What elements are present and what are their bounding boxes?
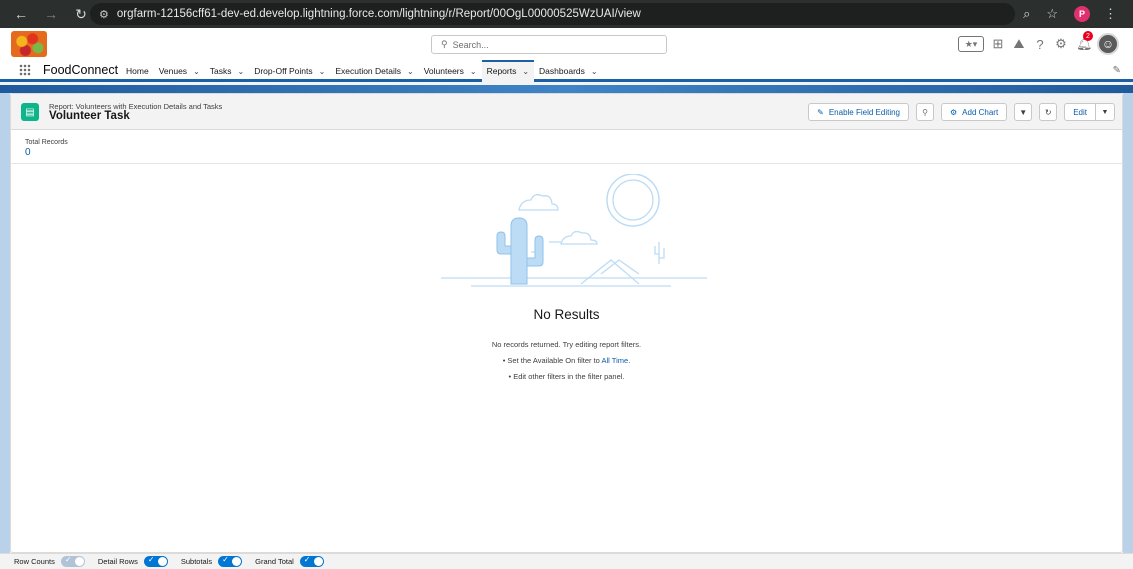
empty-state-message: No records returned. Try editing report … [491,340,642,349]
global-search-input[interactable]: ⚲ Search... [431,35,667,54]
empty-state-heading: No Results [533,307,600,322]
search-report-button[interactable]: ⚲ [916,103,934,121]
enable-field-editing-label: Enable Field Editing [828,107,900,117]
url-text: orgfarm-12156cff61-dev-ed.develop.lightn… [116,8,641,20]
chevron-down-icon: ▼ [1101,108,1109,116]
filter-icon: ▼ [1019,107,1028,117]
edit-nav-pencil-icon[interactable]: ✎ [1113,65,1121,76]
empty-state-tip-available-on: • Set the Available On filter to All Tim… [11,356,1122,365]
tab-label: Volunteers [423,66,464,76]
total-records-summary: Total Records 0 [11,130,1122,164]
enable-field-editing-button[interactable]: ✎ Enable Field Editing [808,103,909,121]
chevron-down-icon[interactable]: ⌄ [193,67,200,76]
edit-button[interactable]: Edit [1064,103,1096,121]
setup-gear-icon[interactable]: ⚙ [1055,36,1067,52]
tab-label: Dashboards [539,66,585,76]
tab-label: Execution Details [335,66,401,76]
detail-rows-toggle[interactable]: ✓ [143,555,168,567]
grand-total-label: Grand Total [255,557,294,566]
tab-home[interactable]: Home [121,60,154,82]
row-counts-label: Row Counts [14,557,55,566]
nav-tabs: Home Venues ⌄ Tasks ⌄ Drop-Off Points ⌄ Executi… [121,60,603,82]
all-time-link[interactable]: All Time [602,356,629,365]
detail-rows-label: Detail Rows [97,557,138,566]
notifications-bell-icon[interactable]: 🔔︎ 2 [1076,31,1093,52]
tab-volunteers[interactable]: Volunteers ⌄ [419,60,482,82]
chevron-down-icon[interactable]: ⌄ [407,67,414,76]
app-name: FoodConnect [43,63,119,77]
add-chart-button[interactable]: ⚙ Add Chart [941,103,1008,121]
pencil-icon: ✎ [817,107,824,117]
subtotals-toggle[interactable]: ✓ [218,555,243,567]
tab-execution-details[interactable]: Execution Details ⌄ [330,60,418,82]
tab-venues[interactable]: Venues ⌄ [154,60,205,82]
tab-label: Drop-Off Points [254,66,313,76]
tab-reports[interactable]: Reports ⌄ [481,60,535,82]
subtotals-label: Subtotals [180,557,213,566]
chevron-down-icon[interactable]: ⌄ [591,67,598,76]
tab-dashboards[interactable]: Dashboards ⌄ [534,60,603,82]
tab-label: Tasks [209,66,232,76]
chart-gear-icon: ⚙ [950,107,958,117]
filter-button[interactable]: ▼ [1014,103,1033,121]
chevron-down-icon[interactable]: ⌄ [470,67,477,76]
notification-badge: 2 [1083,31,1093,41]
report-icon: ▤ [21,103,39,121]
global-header: ⚲ Search... ★▾ ⊞ ⛰ ? ⚙ 🔔︎ 2 ☺ [0,28,1133,60]
desert-empty-illustration-icon [441,174,707,287]
reload-icon[interactable]: ↻ [72,6,90,23]
zoom-icon[interactable]: ⌕ [1023,6,1030,22]
grand-total-toggle[interactable]: ✓ [299,555,324,567]
app-navigation-bar: FoodConnect Home Venues ⌄ Tasks ⌄ Drop-Off Po… [0,60,1133,82]
chevron-down-icon[interactable]: ⌄ [238,67,245,76]
edit-label: Edit [1073,107,1087,117]
search-placeholder: Search... [452,39,489,50]
refresh-button[interactable]: ↻ [1039,103,1058,121]
global-actions-plus-icon[interactable]: ⊞ [992,36,1004,52]
check-icon: ✓ [147,555,155,564]
report-header: ▤ Report: Volunteers with Execution Deta… [11,94,1122,130]
org-logo[interactable] [11,31,47,57]
browser-menu-icon[interactable]: ⋮ [1104,6,1117,22]
bookmark-star-icon[interactable]: ☆ [1046,6,1058,22]
tab-label: Home [126,66,149,76]
chevron-down-icon[interactable]: ⌄ [319,67,326,76]
total-records-label: Total Records [25,139,68,146]
help-question-icon[interactable]: ? [1034,37,1046,52]
tab-drop-off-points[interactable]: Drop-Off Points ⌄ [249,60,330,82]
tip-period: . [628,356,631,365]
report-card: ▤ Report: Volunteers with Execution Deta… [10,93,1123,553]
tab-label: Venues [158,66,188,76]
forward-arrow-icon[interactable]: → [42,6,60,22]
tip-text: • Set the Available On filter to [502,356,602,365]
report-footer: Row Counts ✓ Detail Rows ✓ Subtotals ✓ G… [0,553,1133,569]
row-counts-toggle[interactable]: ✓ [60,555,85,567]
back-arrow-icon[interactable]: ← [12,6,30,22]
empty-state-tip-filters: • Edit other filters in the filter panel… [508,372,625,381]
refresh-icon: ↻ [1044,107,1052,117]
user-avatar[interactable]: ☺ [1097,33,1119,55]
profile-avatar[interactable]: P [1074,6,1090,22]
check-icon: ✓ [303,555,311,564]
address-bar[interactable]: ⚙ orgfarm-12156cff61-dev-ed.develop.ligh… [90,3,1015,25]
check-icon: ✓ [64,555,72,564]
total-records-value: 0 [25,147,31,158]
favorites-star-icon[interactable]: ★▾ [958,36,984,52]
chevron-down-icon[interactable]: ⌄ [522,67,529,76]
tab-label: Reports [486,66,517,76]
header-banner [0,85,1133,93]
browser-toolbar: ← → ↻ ⚙ orgfarm-12156cff61-dev-ed.develo… [0,0,1133,28]
search-icon: ⚲ [922,107,928,117]
add-chart-label: Add Chart [962,107,999,117]
more-actions-button[interactable]: ▼ [1095,103,1115,121]
trailhead-icon[interactable]: ⛰ [1013,36,1025,52]
check-icon: ✓ [222,555,229,564]
tab-tasks[interactable]: Tasks ⌄ [205,60,249,82]
search-icon: ⚲ [441,39,448,49]
report-title: Volunteer Task [49,110,130,122]
app-launcher-grid-icon[interactable] [19,64,31,76]
site-settings-icon[interactable]: ⚙ [99,8,109,21]
